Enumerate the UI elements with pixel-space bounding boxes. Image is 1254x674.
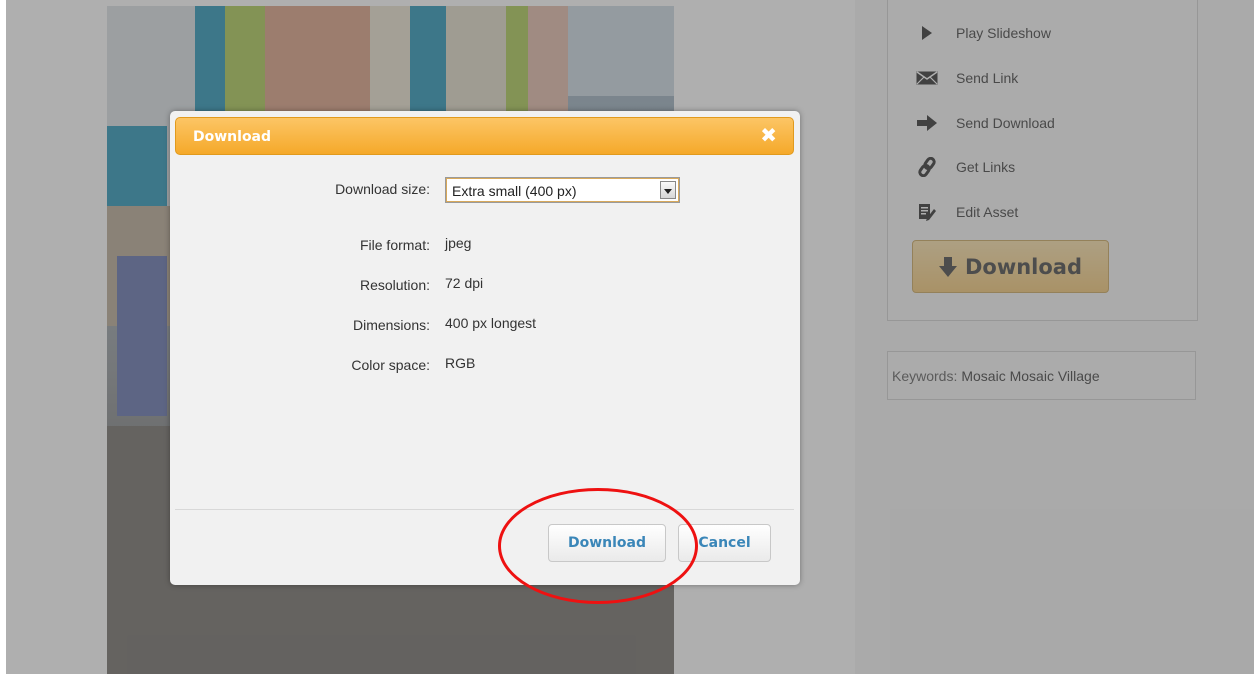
download-dialog: Download ✖ Download size: Extra small (4… [170, 111, 800, 585]
dialog-header: Download ✖ [175, 117, 794, 155]
dimensions-label: Dimensions: [352, 317, 430, 333]
file-format-value: jpeg [445, 235, 472, 251]
color-space-value: RGB [445, 355, 476, 371]
highlight-circle [498, 488, 698, 604]
color-space-label: Color space: [351, 357, 430, 373]
file-format-label: File format: [359, 237, 430, 253]
download-size-select[interactable]: Extra small (400 px) [445, 177, 680, 203]
resolution-label: Resolution: [359, 277, 430, 293]
chevron-down-icon[interactable] [660, 181, 676, 199]
dimensions-value: 400 px longest [445, 315, 537, 331]
dialog-title: Download [193, 129, 272, 145]
close-icon[interactable]: ✖ [760, 125, 777, 145]
dialog-divider [175, 509, 794, 510]
resolution-value: 72 dpi [445, 275, 484, 291]
download-size-label: Download size: [335, 181, 430, 197]
download-size-value: Extra small (400 px) [452, 183, 577, 199]
left-gutter [0, 0, 6, 674]
